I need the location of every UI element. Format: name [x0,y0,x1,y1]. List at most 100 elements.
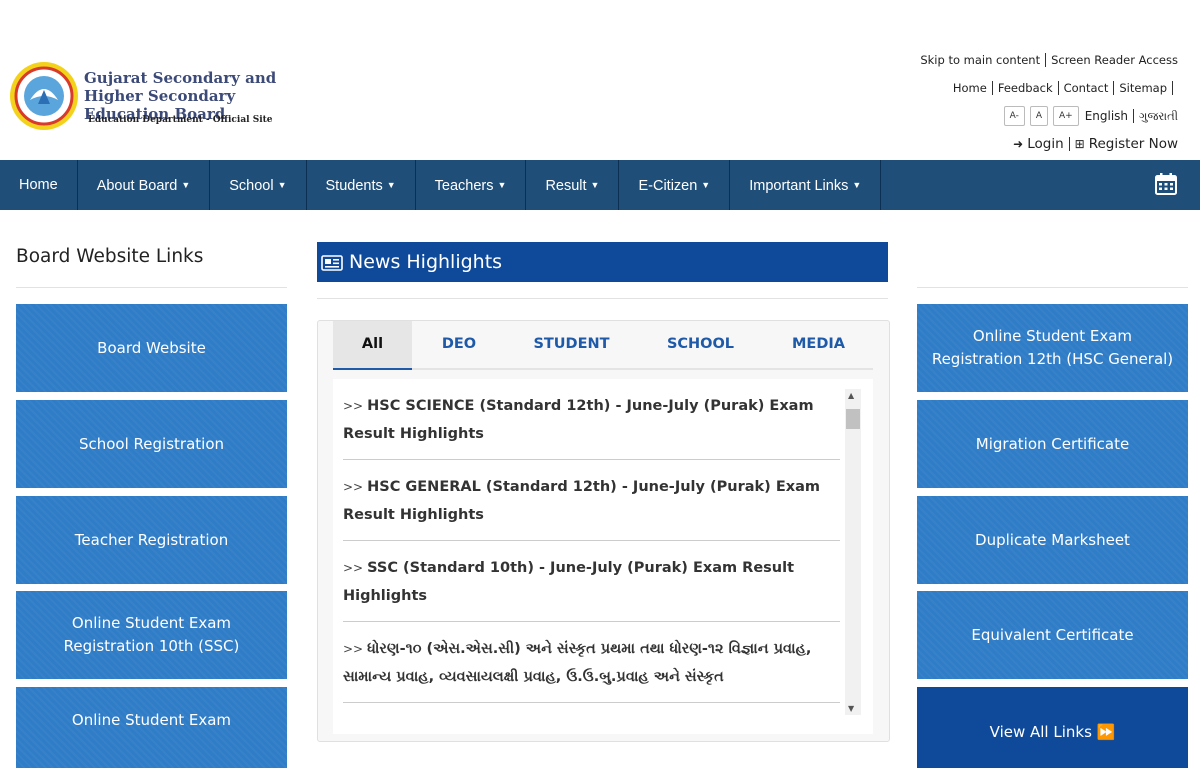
nav-e-citizen[interactable]: E-Citizen ▼ [619,160,731,210]
caret-down-icon: ▼ [701,180,711,190]
view-all-label: View All Links ⏩ [989,723,1116,741]
tile-label: Equivalent Certificate [971,625,1134,644]
news-item-text: SSC (Standard 10th) - June-July (Purak) … [343,560,795,604]
screen-reader-link[interactable]: Screen Reader Access [1051,51,1178,69]
sitemap-link[interactable]: Sitemap [1119,79,1167,97]
board-seal-icon [10,62,78,130]
separator [1133,109,1135,123]
tile-label: Migration Certificate [975,434,1130,453]
news-item-text: ધોરણ-૧૦ (એસ.એસ.સી) અને સંસ્કૃત પ્રથમા તથ… [343,641,812,685]
nav-home[interactable]: Home [0,160,78,210]
separator [1113,81,1115,95]
tile-label: School Registration [78,434,225,453]
font-increase-button[interactable]: A+ [1053,106,1079,126]
double-chevron-icon: >> [343,561,364,575]
nav-about-board[interactable]: About Board ▼ [78,160,211,210]
main-navbar: Home About Board ▼ School ▼ Students ▼ Teac… [0,160,1200,210]
nav-label: Home [19,177,58,193]
caret-down-icon: ▼ [497,180,507,190]
english-language-link[interactable]: English [1085,107,1128,125]
feedback-link[interactable]: Feedback [998,79,1053,97]
plus-square-icon: ⊞ [1074,137,1085,151]
divider [16,287,287,288]
tab-media[interactable]: MEDIA [764,321,873,368]
nav-label: About Board [96,178,178,194]
separator [1045,53,1047,67]
register-link[interactable]: ⊞ Register Now [1075,135,1178,153]
newspaper-icon [321,255,343,271]
separator [1172,81,1173,95]
tile-label: Online Student Exam [71,711,232,729]
double-chevron-icon: >> [343,399,364,413]
scrollbar-thumb[interactable] [846,409,860,429]
double-chevron-icon: >> [343,642,364,656]
tab-student[interactable]: STUDENT [506,321,637,368]
skip-to-content-link[interactable]: Skip to main content [920,51,1040,69]
equivalent-certificate-tile[interactable]: Equivalent Certificate [917,591,1188,679]
teacher-registration-tile[interactable]: Teacher Registration [16,496,287,584]
news-item[interactable]: >> ધોરણ-૧૦ (એસ.એસ.સી) અને સંસ્કૃત પ્રથમા … [343,622,840,703]
tab-all[interactable]: All [333,321,412,370]
school-registration-tile[interactable]: School Registration [16,400,287,488]
caret-down-icon: ▼ [181,180,191,190]
tab-school[interactable]: SCHOOL [637,321,764,368]
migration-certificate-tile[interactable]: Migration Certificate [917,400,1188,488]
caret-down-icon: ▼ [277,180,287,190]
tile-label: Board Website [97,338,206,357]
nav-label: Teachers [434,178,494,194]
separator [1057,81,1059,95]
separator [991,81,993,95]
tile-label: Duplicate Marksheet [975,530,1130,549]
tab-deo[interactable]: DEO [412,321,506,368]
news-item[interactable]: >> HSC GENERAL (Standard 12th) - June-Jul… [343,460,840,541]
font-decrease-button[interactable]: A- [1003,106,1025,126]
nav-label: E-Citizen [638,178,698,194]
tile-label: Online Student Exam Registration 12th (H… [931,327,1174,368]
caret-down-icon: ▼ [590,180,600,190]
nav-teachers[interactable]: Teachers ▼ [416,160,527,210]
news-item[interactable]: >> HSC SCIENCE (Standard 12th) - June-Jul… [343,379,840,460]
register-label: Register Now [1088,136,1178,152]
board-website-tile[interactable]: Board Website [16,304,287,392]
board-links-title: Board Website Links [16,246,204,267]
news-title: News Highlights [349,251,503,273]
site-logo[interactable]: Gujarat Secondary and Higher Secondary E… [8,60,328,136]
util-home-link[interactable]: Home [953,79,987,97]
utility-links: Skip to main content Screen Reader Acces… [920,46,1178,158]
scroll-up-icon[interactable]: ▲ [848,391,854,400]
caret-down-icon: ▼ [852,180,862,190]
view-all-links-button[interactable]: View All Links ⏩ [917,687,1188,768]
brand-subtitle: Education Department - Official Site [88,115,273,125]
divider [317,298,888,299]
login-link[interactable]: ➜ Login [1013,135,1063,153]
separator [1068,137,1070,151]
contact-link[interactable]: Contact [1064,79,1109,97]
nav-students[interactable]: Students ▼ [307,160,416,210]
scroll-down-icon[interactable]: ▼ [848,704,854,713]
news-tabs: All DEO STUDENT SCHOOL MEDIA [333,321,873,370]
nav-school[interactable]: School ▼ [210,160,307,210]
news-item-text: HSC GENERAL (Standard 12th) - June-July … [343,479,820,523]
nav-label: Students [325,178,383,194]
nav-label: School [229,178,274,194]
calendar-icon[interactable] [1154,172,1178,196]
tile-label: Online Student Exam Registration 10th (S… [63,614,240,655]
news-scrollbar[interactable]: ▲ ▼ [845,389,861,715]
gujarati-language-link[interactable]: ગુજરાતી [1139,107,1178,125]
duplicate-marksheet-tile[interactable]: Duplicate Marksheet [917,496,1188,584]
news-list: >> HSC SCIENCE (Standard 12th) - June-Jul… [333,379,873,734]
nav-label: Result [545,178,587,194]
nav-result[interactable]: Result ▼ [526,160,620,210]
news-item[interactable]: >> SSC (Standard 10th) - June-July (Purak… [343,541,840,622]
sign-in-icon: ➜ [1013,137,1024,151]
double-chevron-icon: >> [343,480,364,494]
nav-important-links[interactable]: Important Links ▼ [730,160,882,210]
online-student-exam-tile[interactable]: Online Student Exam [16,687,287,768]
hsc-general-registration-tile[interactable]: Online Student Exam Registration 12th (H… [917,304,1188,392]
ssc-exam-registration-tile[interactable]: Online Student Exam Registration 10th (S… [16,591,287,679]
login-label: Login [1027,136,1064,152]
caret-down-icon: ▼ [386,180,396,190]
divider [917,287,1188,288]
news-highlights-header: News Highlights [317,242,888,282]
font-normal-button[interactable]: A [1029,106,1048,126]
